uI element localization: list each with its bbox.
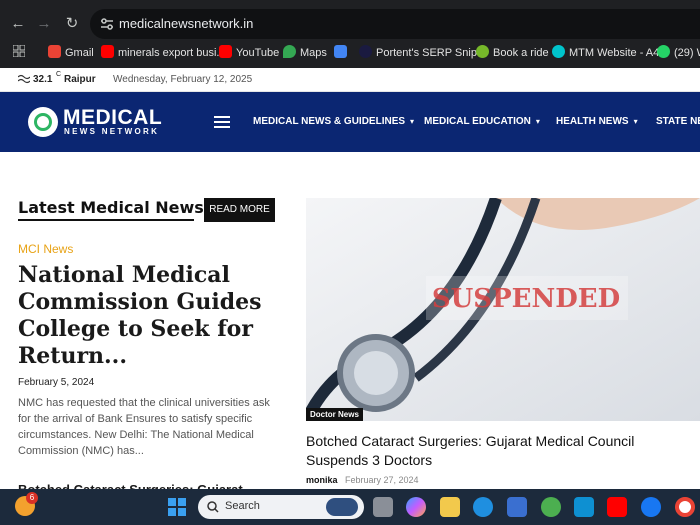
search-label: Search [225, 500, 260, 512]
app-icon[interactable] [574, 497, 594, 517]
current-date: Wednesday, February 12, 2025 [113, 74, 253, 85]
canva-icon [552, 45, 565, 58]
file-explorer-icon[interactable] [440, 497, 460, 517]
gmail-icon [48, 45, 61, 58]
bookmark-minerals[interactable]: minerals export busi... [101, 45, 226, 61]
logo-icon[interactable] [28, 107, 58, 137]
facebook-icon[interactable] [641, 497, 661, 517]
temperature-unit: C [56, 71, 62, 78]
menu-icon[interactable] [214, 116, 230, 128]
youtube-app-icon[interactable] [607, 497, 627, 517]
bookmark-youtube[interactable]: YouTube [219, 45, 279, 61]
bookmark-maps[interactable]: Maps [283, 45, 327, 61]
chrome-profile-icon[interactable] [541, 497, 561, 517]
task-view-icon[interactable] [373, 497, 393, 517]
article-headline[interactable]: National Medical Commission Guides Colle… [18, 262, 288, 370]
featured-article-category[interactable]: Doctor News [306, 408, 363, 421]
search-icon [207, 501, 219, 513]
section-title-underline [18, 219, 194, 221]
edge-icon[interactable] [473, 497, 493, 517]
youtube-icon [219, 45, 232, 58]
nav-health-news[interactable]: HEALTH NEWS ▾ [556, 116, 638, 127]
nav-medical-education[interactable]: MEDICAL EDUCATION ▾ [424, 116, 540, 127]
chevron-down-icon: ▾ [535, 117, 540, 126]
read-more-button[interactable]: READ MORE [204, 198, 275, 222]
logo-subtitle[interactable]: NEWS NETWORK [64, 127, 159, 136]
featured-article-headline[interactable]: Botched Cataract Surgeries: Gujarat Medi… [306, 432, 700, 470]
search-highlight-icon [326, 498, 358, 516]
featured-article-image[interactable]: SUSPENDED [306, 198, 700, 421]
article-excerpt: NMC has requested that the clinical univ… [18, 397, 270, 457]
section-title: Latest Medical News : [18, 198, 216, 217]
city: Raipur [64, 74, 96, 85]
ride-icon [476, 45, 489, 58]
featured-article-date: February 27, 2024 [345, 475, 419, 485]
chevron-down-icon: ▾ [633, 117, 638, 126]
back-icon[interactable]: ← [8, 14, 28, 34]
nav-state-news[interactable]: STATE NEW [656, 116, 700, 127]
site-settings-icon[interactable] [100, 17, 114, 31]
youtube-icon [101, 45, 114, 58]
bookmarks-bar: Gmail minerals export busi... YouTube Ma… [0, 42, 700, 64]
bookmark-gmail[interactable]: Gmail [48, 45, 94, 61]
forward-icon[interactable]: → [34, 14, 54, 34]
bookmark-mtm-website[interactable]: MTM Website - A4 [552, 45, 659, 61]
reload-icon[interactable]: ↻ [62, 14, 82, 34]
copilot-icon[interactable] [406, 497, 426, 517]
chrome-icon[interactable] [675, 497, 695, 517]
apps-grid-icon[interactable] [12, 44, 26, 61]
notification-badge: 6 [26, 492, 38, 504]
bookmark-portent[interactable]: Portent's SERP Snip... [359, 45, 486, 61]
whatsapp-icon [657, 45, 670, 58]
chevron-down-icon: ▾ [410, 117, 415, 126]
browser-chrome: ← → ↻ medicalnewsnetwork.in Gmail minera… [0, 0, 700, 68]
docs-icon [334, 45, 347, 58]
bookmark-book-a-ride[interactable]: Book a ride [476, 45, 549, 61]
taskbar-search[interactable]: Search [198, 495, 364, 519]
top-info-bar: 32.1 C Raipur Wednesday, February 12, 20… [0, 68, 700, 92]
bookmark-docs[interactable] [334, 45, 351, 61]
weather-icon [17, 74, 31, 87]
nav-medical-news-guidelines[interactable]: MEDICAL NEWS & GUIDELINES ▾ [253, 116, 414, 127]
url-text: medicalnewsnetwork.in [119, 16, 254, 31]
featured-article-author[interactable]: monika [306, 475, 338, 485]
windows-start-icon[interactable] [167, 497, 187, 517]
address-bar[interactable]: medicalnewsnetwork.in [90, 9, 700, 39]
portent-icon [359, 45, 372, 58]
article-category[interactable]: MCI News [18, 242, 73, 256]
bookmark-whatsapp[interactable]: (29) W [657, 45, 700, 61]
store-icon[interactable] [507, 497, 527, 517]
article-date: February 5, 2024 [18, 377, 95, 388]
suspended-stamp-text: SUSPENDED [432, 284, 620, 314]
maps-icon [283, 45, 296, 58]
temperature: 32.1 [33, 74, 53, 85]
